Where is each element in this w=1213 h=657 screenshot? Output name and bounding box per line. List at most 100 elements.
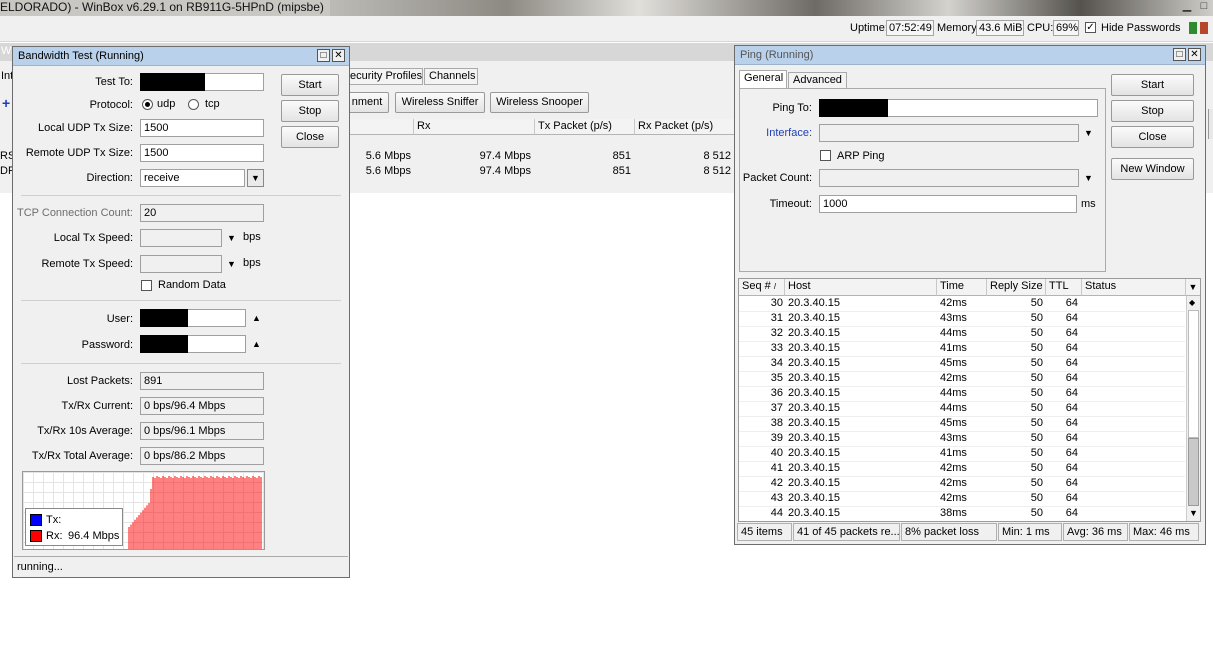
tab-general[interactable]: General: [739, 70, 787, 89]
timeout-field[interactable]: 1000: [819, 195, 1077, 213]
interface-select[interactable]: [819, 124, 1079, 142]
tx-rx-total-average-field: 0 bps/86.2 Mbps: [140, 447, 264, 465]
scrollbar-track-upper[interactable]: [1188, 310, 1199, 438]
arp-ping-label: ARP Ping: [837, 150, 885, 162]
remote-tx-speed-field[interactable]: [140, 255, 222, 273]
start-button[interactable]: Start: [281, 74, 339, 96]
remote-udp-tx-size-field[interactable]: 1500: [140, 144, 264, 162]
chevron-down-icon[interactable]: ▼: [227, 259, 236, 269]
cell-seq: 38: [770, 417, 783, 429]
ping-table-row[interactable]: 30 20.3.40.15 42ms 50 64: [739, 296, 1185, 312]
column-header-seq[interactable]: Seq # /: [739, 279, 785, 296]
cell-ttl: 64: [1065, 327, 1078, 339]
ping-table-row[interactable]: 35 20.3.40.15 42ms 50 64: [739, 371, 1185, 387]
cell-time: 45ms: [940, 357, 967, 369]
column-header-time[interactable]: Time: [937, 279, 987, 296]
cell-rx-packet: 8 512: [703, 150, 731, 162]
protocol-udp-radio[interactable]: [142, 99, 153, 110]
scrollbar-thumb[interactable]: [1188, 438, 1199, 506]
desktop-background-strip: [330, 0, 1213, 16]
column-header-status[interactable]: Status: [1082, 279, 1186, 296]
ping-scrollbar[interactable]: ◆ ▼: [1186, 296, 1200, 521]
chevron-up-icon[interactable]: ▲: [252, 313, 261, 323]
cell-host: 20.3.40.15: [788, 327, 840, 339]
tab-advanced[interactable]: Advanced: [788, 72, 847, 89]
cell-ttl: 64: [1065, 357, 1078, 369]
bandwidth-test-titlebar[interactable]: Bandwidth Test (Running) □ ✕: [13, 47, 349, 66]
column-header-host[interactable]: Host: [785, 279, 937, 296]
tcp-connection-count-field[interactable]: 20: [140, 204, 264, 222]
ping-table-row[interactable]: 43 20.3.40.15 42ms 50 64: [739, 491, 1185, 507]
cell-host: 20.3.40.15: [788, 492, 840, 504]
direction-select[interactable]: receive: [140, 169, 245, 187]
packet-count-field[interactable]: [819, 169, 1079, 187]
close-icon[interactable]: ✕: [1188, 48, 1201, 61]
new-window-button[interactable]: New Window: [1111, 158, 1194, 180]
ping-results-table: Seq # / Host Time Reply Size TTL Status …: [738, 278, 1201, 522]
cell-seq: 30: [770, 297, 783, 309]
ping-table-row[interactable]: 34 20.3.40.15 45ms 50 64: [739, 356, 1185, 372]
ping-table-row[interactable]: 36 20.3.40.15 44ms 50 64: [739, 386, 1185, 402]
ping-table-row[interactable]: 42 20.3.40.15 42ms 50 64: [739, 476, 1185, 492]
alignment-button[interactable]: nment: [345, 92, 389, 113]
maximize-icon[interactable]: □: [317, 49, 330, 62]
chevron-down-icon[interactable]: ▼: [1084, 173, 1093, 183]
memory-value: 43.6 MiB: [976, 20, 1024, 36]
ping-titlebar[interactable]: Ping (Running) □ ✕: [735, 46, 1205, 65]
add-icon[interactable]: +: [2, 95, 10, 111]
close-button[interactable]: Close: [281, 126, 339, 148]
ping-table-row[interactable]: 38 20.3.40.15 45ms 50 64: [739, 416, 1185, 432]
stop-button[interactable]: Stop: [281, 100, 339, 122]
minimize-icon[interactable]: ▁: [1180, 0, 1194, 13]
cell-time: 42ms: [940, 462, 967, 474]
arp-ping-checkbox[interactable]: [820, 150, 831, 161]
column-header-tx[interactable]: [345, 119, 414, 135]
close-icon[interactable]: ✕: [332, 49, 345, 62]
cell-seq: 43: [770, 492, 783, 504]
chevron-up-icon[interactable]: ▲: [252, 339, 261, 349]
lost-packets-field: 891: [140, 372, 264, 390]
user-redaction: [140, 309, 188, 327]
cell-rx: 97.4 Mbps: [479, 150, 531, 162]
cell-seq: 44: [770, 507, 783, 519]
ping-table-row[interactable]: 37 20.3.40.15 44ms 50 64: [739, 401, 1185, 417]
stop-button[interactable]: Stop: [1111, 100, 1194, 122]
tab-security-profiles[interactable]: ecurity Profiles: [345, 68, 423, 85]
table-row[interactable]: 5.6 Mbps 97.4 Mbps 851 8 512: [345, 149, 735, 164]
wireless-sniffer-button[interactable]: Wireless Sniffer: [395, 92, 485, 113]
ping-table-row[interactable]: 33 20.3.40.15 41ms 50 64: [739, 341, 1185, 357]
column-header-reply-size[interactable]: Reply Size: [987, 279, 1046, 296]
column-header-rx-packet[interactable]: Rx Packet (p/s): [635, 119, 735, 135]
maximize-icon[interactable]: □: [1173, 48, 1186, 61]
ping-table-row[interactable]: 31 20.3.40.15 43ms 50 64: [739, 311, 1185, 327]
random-data-checkbox[interactable]: [141, 280, 152, 291]
tab-channels[interactable]: Channels: [424, 68, 478, 85]
cell-ttl: 64: [1065, 387, 1078, 399]
ping-table-row[interactable]: 41 20.3.40.15 42ms 50 64: [739, 461, 1185, 477]
local-tx-speed-field[interactable]: [140, 229, 222, 247]
scroll-down-icon[interactable]: ▼: [1189, 508, 1198, 518]
ping-table-row[interactable]: 32 20.3.40.15 44ms 50 64: [739, 326, 1185, 342]
column-header-ttl[interactable]: TTL: [1046, 279, 1082, 296]
scrollbar-cut[interactable]: [1208, 109, 1213, 139]
column-header-rx[interactable]: Rx: [414, 119, 535, 135]
wireless-snooper-button[interactable]: Wireless Snooper: [490, 92, 589, 113]
column-header-tx-packet[interactable]: Tx Packet (p/s): [535, 119, 635, 135]
ping-table-row[interactable]: 40 20.3.40.15 41ms 50 64: [739, 446, 1185, 462]
close-button[interactable]: Close: [1111, 126, 1194, 148]
ping-table-row[interactable]: 44 20.3.40.15 38ms 50 64: [739, 506, 1185, 521]
chevron-down-icon[interactable]: ▼: [227, 233, 236, 243]
scroll-up-icon[interactable]: ◆: [1189, 298, 1195, 307]
cell-reply-size: 50: [1030, 327, 1043, 339]
start-button[interactable]: Start: [1111, 74, 1194, 96]
chevron-down-icon[interactable]: ▼: [247, 169, 264, 187]
bandwidth-status-bar: running...: [14, 556, 348, 577]
ping-table-row[interactable]: 39 20.3.40.15 43ms 50 64: [739, 431, 1185, 447]
table-row[interactable]: 5.6 Mbps 97.4 Mbps 851 8 512: [345, 164, 735, 179]
protocol-tcp-radio[interactable]: [188, 99, 199, 110]
maximize-icon[interactable]: □: [1197, 0, 1211, 13]
hide-passwords-checkbox[interactable]: ✓: [1085, 22, 1096, 33]
local-udp-tx-size-field[interactable]: 1500: [140, 119, 264, 137]
chevron-down-icon[interactable]: ▼: [1084, 128, 1093, 138]
column-menu-chevron-down-icon[interactable]: ▼: [1186, 279, 1200, 296]
